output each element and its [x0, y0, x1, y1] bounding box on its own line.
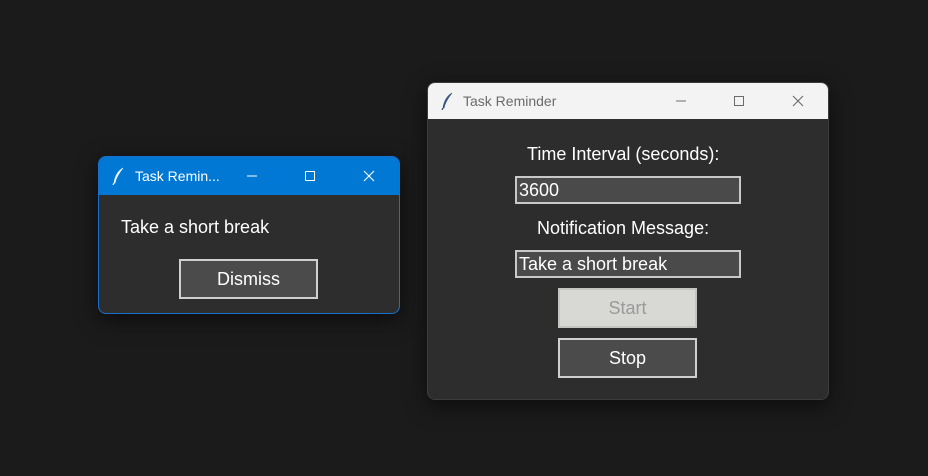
interval-label: Time Interval (seconds):	[527, 144, 720, 164]
main-close-button[interactable]	[775, 83, 821, 119]
start-button[interactable]: Start	[558, 288, 697, 328]
maximize-icon	[734, 96, 744, 106]
interval-input[interactable]	[515, 176, 741, 204]
maximize-icon	[305, 171, 315, 181]
main-maximize-button[interactable]	[716, 83, 762, 119]
close-icon	[792, 95, 804, 107]
minimize-icon	[676, 100, 686, 102]
main-minimize-button[interactable]	[658, 83, 704, 119]
main-title: Task Reminder	[463, 93, 557, 109]
popup-title: Task Remin...	[135, 168, 220, 184]
task-reminder-window: Task Reminder Time Interval (seconds): N…	[427, 82, 829, 400]
feather-icon	[441, 92, 453, 110]
stop-button[interactable]: Stop	[558, 338, 697, 378]
feather-icon	[112, 167, 124, 185]
popup-close-button[interactable]	[346, 157, 392, 195]
message-label: Notification Message:	[537, 218, 710, 238]
popup-message: Take a short break	[121, 217, 270, 237]
message-input[interactable]	[515, 250, 741, 278]
minimize-icon	[247, 175, 257, 177]
popup-minimize-button[interactable]	[229, 157, 275, 195]
dismiss-button[interactable]: Dismiss	[179, 259, 318, 299]
main-titlebar[interactable]: Task Reminder	[428, 83, 828, 119]
close-icon	[363, 170, 375, 182]
reminder-popup-window: Task Remin... Take a short break Dismiss	[98, 156, 400, 314]
popup-titlebar[interactable]: Task Remin...	[99, 157, 399, 195]
popup-maximize-button[interactable]	[287, 157, 333, 195]
